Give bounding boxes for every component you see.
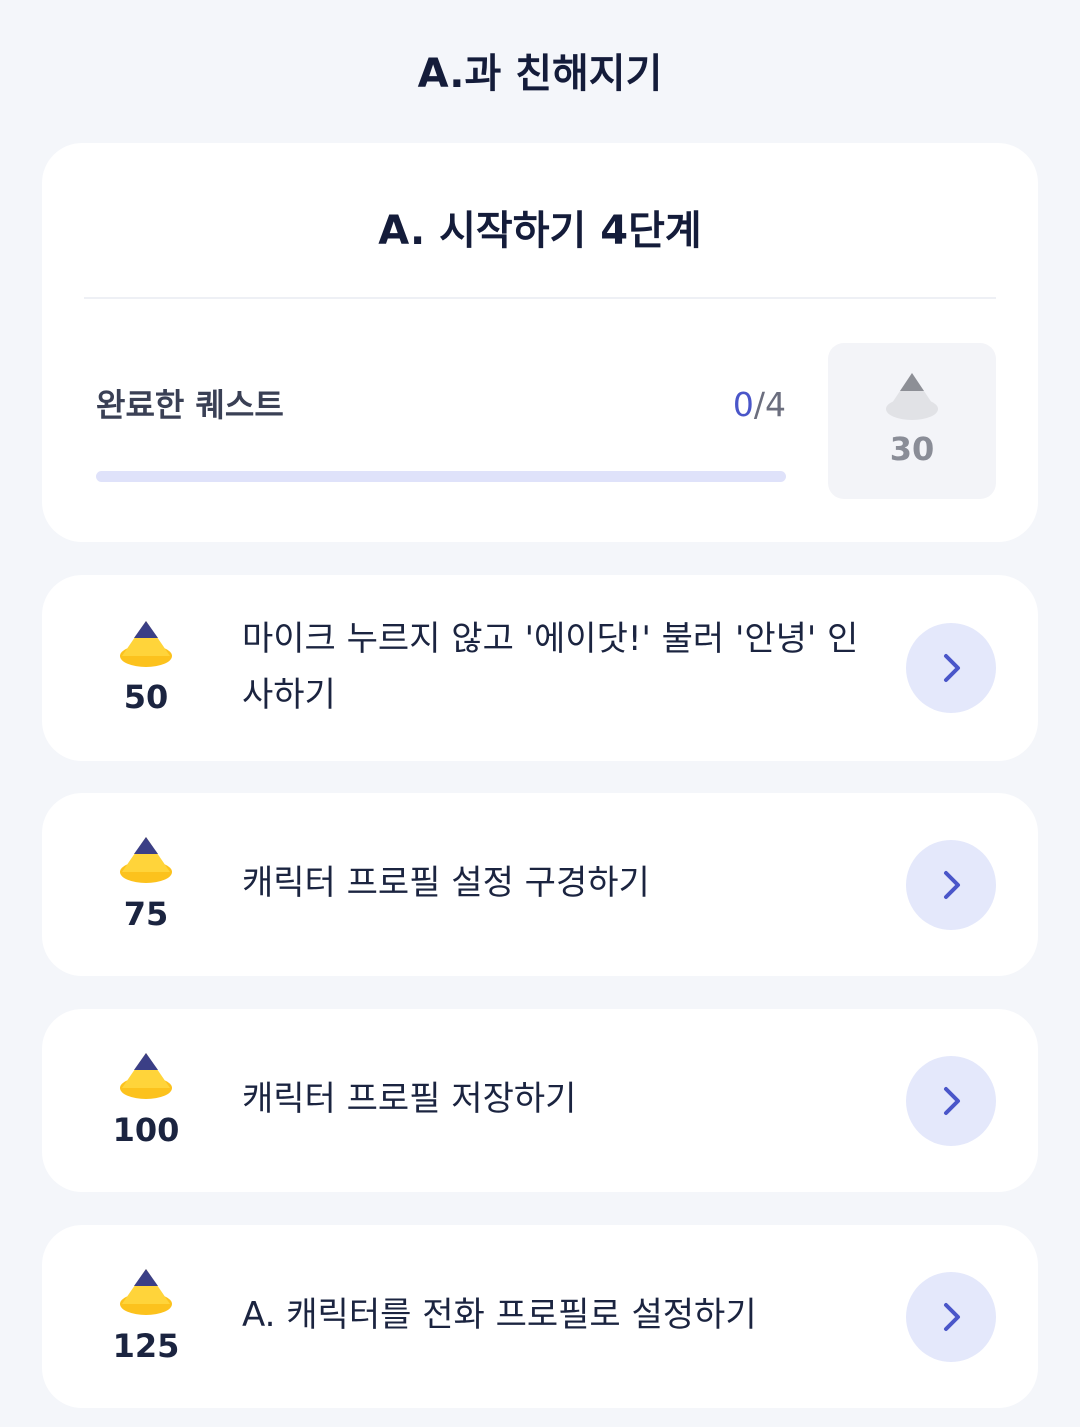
chevron-right-icon xyxy=(944,1087,960,1115)
reward-value: 30 xyxy=(889,430,935,468)
quest-points: 100 xyxy=(112,1111,180,1149)
quest-item-2[interactable]: 75 캐릭터 프로필 설정 구경하기 xyxy=(42,793,1038,976)
total-count: 4 xyxy=(765,385,786,424)
completed-count: 0 xyxy=(732,385,754,424)
chevron-right-icon xyxy=(944,654,960,682)
quest-item-1[interactable]: 50 마이크 누르지 않고 '에이닷!' 불러 '안녕' 인사하기 xyxy=(42,575,1038,761)
quest-item-3[interactable]: 100 캐릭터 프로필 저장하기 xyxy=(42,1009,1038,1192)
quest-title: 캐릭터 프로필 설정 구경하기 xyxy=(242,863,650,903)
quest-go-button[interactable] xyxy=(906,623,996,713)
progress-count: 0/4 xyxy=(642,385,786,425)
quest-go-button[interactable] xyxy=(906,1272,996,1362)
quest-go-button[interactable] xyxy=(906,1056,996,1146)
chevron-right-icon xyxy=(944,1303,960,1331)
cone-icon-yellow xyxy=(120,837,172,883)
quest-go-button[interactable] xyxy=(906,840,996,930)
quest-title: 마이크 누르지 않고 '에이닷!' 불러 '안녕' 인사하기 xyxy=(242,619,859,715)
reward-box: 30 xyxy=(828,343,996,499)
summary-title: A. 시작하기 4단계 xyxy=(378,208,702,254)
quest-summary-card: A. 시작하기 4단계 완료한 퀘스트 0/4 30 xyxy=(42,143,1038,542)
cone-icon-yellow xyxy=(120,1269,172,1315)
quest-points: 75 xyxy=(123,895,169,933)
quest-item-4[interactable]: 125 A. 캐릭터를 전화 프로필로 설정하기 xyxy=(42,1225,1038,1408)
quest-points: 50 xyxy=(123,678,169,716)
quest-title: A. 캐릭터를 전화 프로필로 설정하기 xyxy=(242,1295,757,1335)
progress-separator: / xyxy=(753,385,765,424)
cone-icon-yellow xyxy=(120,621,172,667)
cone-icon-yellow xyxy=(120,1053,172,1099)
page-title: A.과 친해지기 xyxy=(417,51,663,97)
chevron-right-icon xyxy=(944,871,960,899)
progress-bar xyxy=(96,471,786,482)
divider xyxy=(84,297,996,299)
progress-label: 완료한 퀘스트 xyxy=(96,386,284,424)
cone-icon-gray xyxy=(886,373,938,420)
quest-title: 캐릭터 프로필 저장하기 xyxy=(242,1079,577,1119)
quest-points: 125 xyxy=(112,1327,180,1365)
